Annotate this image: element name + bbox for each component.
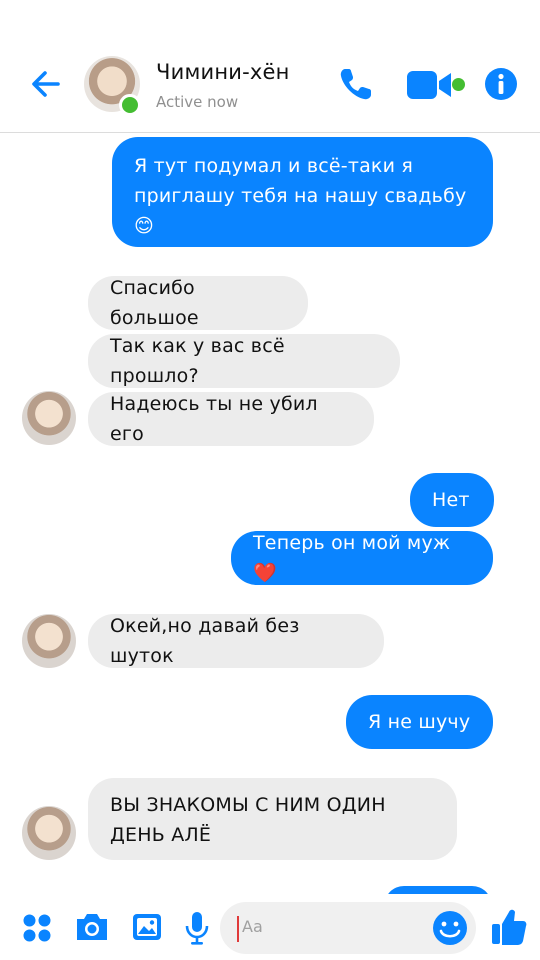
microphone-icon[interactable] — [184, 910, 210, 946]
message-input-placeholder: Aa — [242, 917, 263, 936]
message-bubble-outgoing[interactable]: Я не шучу — [346, 695, 493, 749]
text-cursor — [237, 916, 239, 942]
contact-name[interactable]: Чимини-хён — [156, 60, 290, 84]
gallery-icon[interactable] — [131, 911, 163, 943]
camera-icon[interactable] — [74, 911, 110, 943]
phone-icon[interactable] — [336, 64, 376, 104]
like-thumb-icon[interactable] — [490, 906, 528, 948]
apps-icon[interactable] — [22, 913, 52, 943]
online-status-dot — [119, 94, 141, 116]
back-arrow-icon[interactable] — [28, 66, 64, 102]
sender-avatar[interactable] — [22, 391, 76, 445]
video-available-dot — [452, 78, 465, 91]
chat-header: Чимини-хён Active now — [0, 0, 540, 133]
video-camera-icon[interactable] — [406, 68, 454, 102]
message-bubble-outgoing[interactable]: Нет — [410, 473, 494, 527]
message-bubble-outgoing[interactable]: Я тут подумал и всё-таки я приглашу тебя… — [112, 137, 493, 247]
sender-avatar[interactable] — [22, 614, 76, 668]
message-bubble-incoming[interactable]: Так как у вас всё прошло? — [88, 334, 400, 388]
emoji-icon[interactable] — [431, 909, 469, 947]
info-icon[interactable] — [484, 67, 518, 101]
message-bubble-incoming[interactable]: Спасибо большое — [88, 276, 308, 330]
message-bubble-outgoing[interactable]: Теперь он мой муж❤️ — [231, 531, 493, 585]
active-status: Active now — [156, 93, 239, 111]
sender-avatar[interactable] — [22, 806, 76, 860]
message-bubble-incoming[interactable]: Окей,но давай без шуток — [88, 614, 384, 668]
message-bubble-incoming[interactable]: Надеюсь ты не убил его — [88, 392, 374, 446]
message-bubble-incoming[interactable]: ВЫ ЗНАКОМЫ С НИМ ОДИН ДЕНЬ АЛЁ — [88, 778, 457, 860]
